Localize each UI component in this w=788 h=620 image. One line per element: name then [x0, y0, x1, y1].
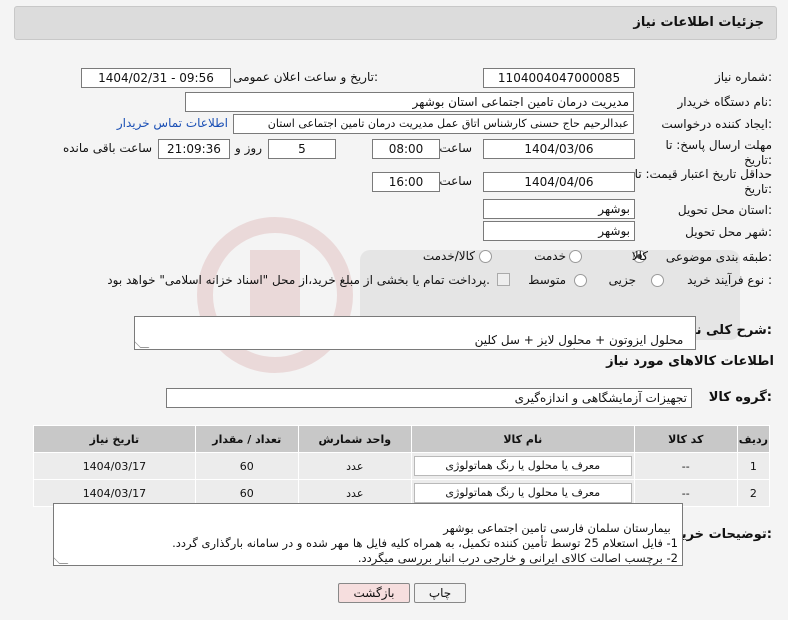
- goods-group-field: تجهیزات آزمایشگاهی و اندازه‌گیری: [166, 388, 692, 408]
- cell-date: 1404/03/17: [33, 452, 196, 480]
- validity-label: حداقل تاریخ اعتبار قیمت: تا تاریخ:: [634, 167, 772, 196]
- table-row[interactable]: 1 -- معرف یا محلول یا رنگ هماتولوژی عدد …: [33, 452, 771, 480]
- deadline-date-field: 1404/03/06: [483, 139, 635, 159]
- province-label: استان محل تحویل:: [677, 203, 772, 217]
- need-number-field: 1104004047000085: [483, 68, 635, 88]
- description-text: محلول ایزوتون + محلول لایز + سل کلین *کل…: [460, 333, 691, 349]
- process-label: نوع فرآیند خرید :: [687, 273, 772, 287]
- category-option-goods: کالا: [631, 249, 648, 263]
- city-field: بوشهر: [483, 221, 635, 241]
- cell-name-text: معرف یا محلول یا رنگ هماتولوژی: [413, 483, 632, 503]
- buyer-org-field: مدیریت درمان تامین اجتماعی استان بوشهر: [185, 92, 634, 112]
- col-unit: واحد شمارش: [297, 425, 412, 453]
- col-code: کد کالا: [633, 425, 738, 453]
- announce-label: تاریخ و ساعت اعلان عمومی:: [233, 70, 378, 84]
- goods-table: ردیف کد کالا نام کالا واحد شمارش تعداد /…: [33, 425, 771, 507]
- col-row: ردیف: [736, 425, 771, 453]
- back-button[interactable]: بازگشت: [338, 583, 410, 603]
- process-option-minor: جزیی: [608, 273, 636, 287]
- need-number-label: شماره نیاز:: [714, 70, 772, 84]
- deadline-label: مهلت ارسال پاسخ: تا تاریخ:: [665, 138, 772, 167]
- cell-row: 1: [736, 452, 771, 480]
- goods-table-header: ردیف کد کالا نام کالا واحد شمارش تعداد /…: [33, 425, 771, 453]
- announce-field: 1404/02/31 - 09:56: [81, 68, 231, 88]
- category-radio-goods-service[interactable]: [479, 250, 492, 263]
- process-radio-medium[interactable]: [574, 274, 587, 287]
- buyer-notes-textarea[interactable]: بیمارستان سلمان فارسی تامین اجتماعی بوشه…: [53, 503, 683, 566]
- creator-field: عبدالرحیم حاج حسنی کارشناس اتاق عمل مدیر…: [233, 114, 634, 134]
- cell-row: 2: [736, 479, 771, 507]
- print-button[interactable]: چاپ: [414, 583, 466, 603]
- province-field: بوشهر: [483, 199, 635, 219]
- page-title: جزئیات اطلاعات نیاز: [633, 15, 764, 30]
- deadline-time-label: ساعت: [439, 141, 472, 155]
- description-textarea[interactable]: محلول ایزوتون + محلول لایز + سل کلین *کل…: [134, 316, 696, 350]
- buyer-notes-text: بیمارستان سلمان فارسی تامین اجتماعی بوشه…: [172, 521, 678, 565]
- cell-qty: 60: [194, 452, 299, 480]
- category-radio-service[interactable]: [569, 250, 582, 263]
- goods-group-label: گروه کالا:: [708, 390, 772, 405]
- days-field: 5: [268, 139, 336, 159]
- validity-time-label: ساعت: [439, 174, 472, 188]
- resize-handle-icon[interactable]: [54, 555, 69, 564]
- col-date: تاریخ نیاز: [33, 425, 196, 453]
- buyer-org-label: نام دستگاه خریدار:: [677, 95, 773, 109]
- validity-time-field: 16:00: [372, 172, 440, 192]
- remaining-time-field: 21:09:36: [158, 139, 230, 159]
- treasury-checkbox[interactable]: [497, 273, 510, 286]
- validity-date-field: 1404/04/06: [483, 172, 635, 192]
- col-name: نام کالا: [410, 425, 635, 453]
- page-header: جزئیات اطلاعات نیاز: [14, 6, 777, 40]
- deadline-time-field: 08:00: [372, 139, 440, 159]
- cell-code: --: [633, 452, 738, 480]
- category-option-goods-service: کالا/خدمت: [422, 249, 475, 263]
- city-label: شهر محل تحویل:: [685, 225, 772, 239]
- payment-note: پرداخت تمام یا بخشی از مبلغ خرید،از محل …: [107, 273, 490, 287]
- goods-section-title: اطلاعات کالاهای مورد نیاز: [606, 354, 774, 369]
- col-qty: تعداد / مقدار: [194, 425, 299, 453]
- category-label: طبقه بندی موضوعی:: [665, 250, 772, 264]
- process-radio-minor[interactable]: [651, 274, 664, 287]
- creator-label: ایجاد کننده درخواست:: [661, 117, 772, 131]
- remaining-label: ساعت باقی مانده: [62, 141, 152, 155]
- category-option-service: خدمت: [534, 249, 566, 263]
- cell-name: معرف یا محلول یا رنگ هماتولوژی: [410, 452, 635, 480]
- cell-unit: عدد: [297, 452, 412, 480]
- resize-handle-icon[interactable]: [135, 339, 150, 348]
- contact-buyer-link[interactable]: اطلاعات تماس خریدار: [117, 116, 228, 130]
- cell-name-text: معرف یا محلول یا رنگ هماتولوژی: [413, 456, 632, 476]
- process-option-medium: متوسط: [528, 273, 566, 287]
- days-label: روز و: [235, 141, 262, 155]
